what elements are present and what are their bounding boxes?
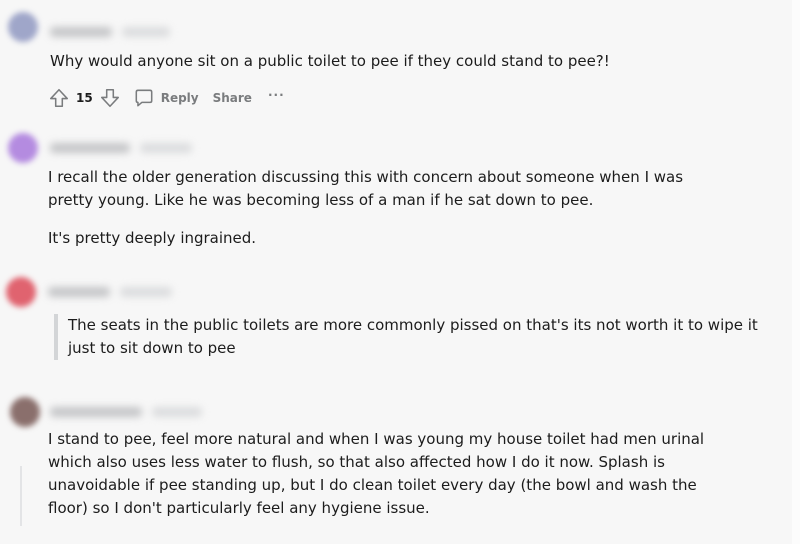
comment-body: I recall the older generation discussing…	[48, 166, 728, 250]
comment-meta-redacted	[50, 24, 170, 40]
comment-2: I recall the older generation discussing…	[0, 128, 800, 258]
share-button[interactable]: Share	[213, 91, 252, 105]
comment-4: I stand to pee, feel more natural and wh…	[0, 394, 800, 544]
reply-button[interactable]: Reply	[133, 87, 199, 109]
comment-bubble-icon	[135, 89, 153, 107]
avatar[interactable]	[8, 12, 38, 42]
comment-body: Why would anyone sit on a public toilet …	[50, 50, 750, 73]
comment-body: I stand to pee, feel more natural and wh…	[48, 428, 738, 520]
blockquote: The seats in the public toilets are more…	[54, 314, 758, 360]
vote-score: 15	[76, 91, 93, 105]
downvote-button[interactable]	[99, 87, 121, 109]
comment-text: Why would anyone sit on a public toilet …	[50, 52, 610, 70]
arrow-up-icon	[49, 88, 69, 108]
comment-thread: Why would anyone sit on a public toilet …	[0, 0, 800, 544]
comment-text: I stand to pee, feel more natural and wh…	[48, 430, 705, 517]
quote-text: The seats in the public toilets are more…	[68, 316, 758, 357]
comment-meta-redacted	[50, 140, 192, 156]
upvote-button[interactable]	[48, 87, 70, 109]
comment-text: It's pretty deeply ingrained.	[48, 229, 257, 247]
scroll-edge	[792, 0, 800, 544]
comment-actions: 15 Reply Share ···	[48, 86, 285, 110]
share-label: Share	[212, 91, 252, 105]
comment-meta-redacted	[50, 404, 202, 420]
more-options-button[interactable]: ···	[267, 88, 285, 105]
comment-1: Why would anyone sit on a public toilet …	[0, 0, 800, 120]
avatar[interactable]	[10, 397, 40, 427]
avatar[interactable]	[8, 133, 38, 163]
comment-3: The seats in the public toilets are more…	[0, 272, 800, 382]
comment-text: I recall the older generation discussing…	[48, 168, 684, 209]
avatar[interactable]	[6, 277, 36, 307]
comment-meta-redacted	[48, 284, 172, 300]
reply-label: Reply	[160, 91, 199, 105]
more-options-icon: ···	[267, 88, 285, 102]
thread-line[interactable]	[20, 466, 22, 526]
arrow-down-icon	[100, 88, 119, 108]
